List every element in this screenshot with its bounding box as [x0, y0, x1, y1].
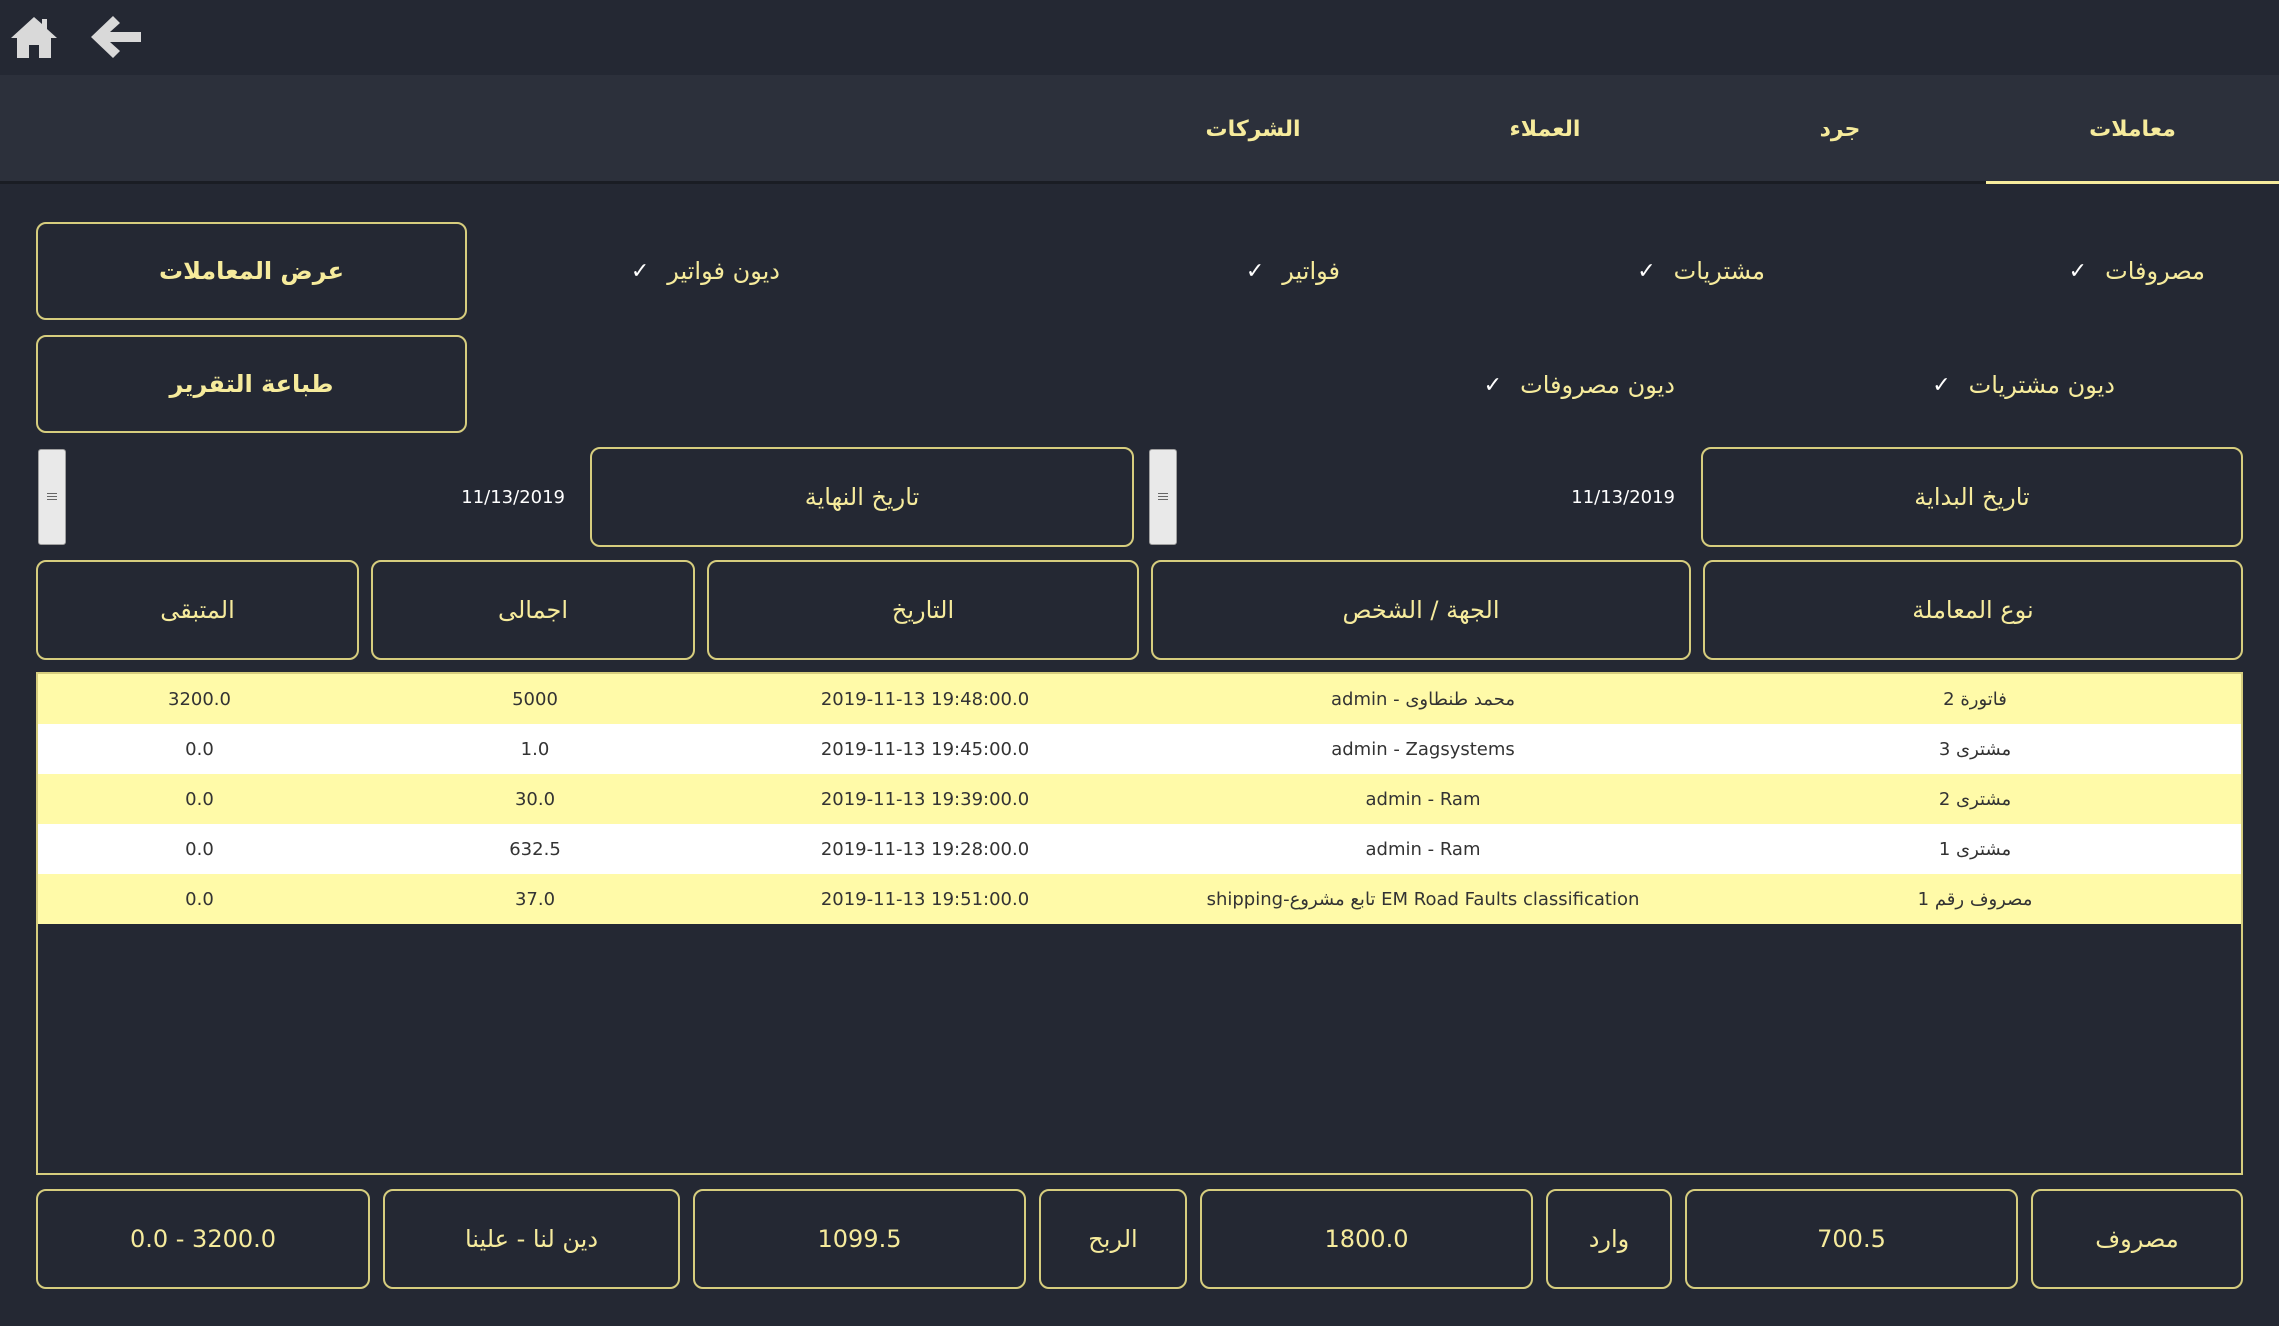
- tab-companies[interactable]: الشركات: [1153, 75, 1353, 184]
- cell-total: 30.0: [514, 788, 556, 810]
- table-row[interactable]: مشترى 2 admin - Ram 2019-11-13 19:39:00.…: [38, 774, 2241, 824]
- cell-remaining: 3200.0: [168, 688, 231, 710]
- filter-expenses-checkbox[interactable]: مصروفات ✓: [1945, 250, 2205, 292]
- filter-invoice-debts-checkbox[interactable]: ديون فواتير ✓: [520, 250, 780, 292]
- cell-total: 1.0: [520, 738, 550, 760]
- table-row[interactable]: مشترى 1 admin - Ram 2019-11-13 19:28:00.…: [38, 824, 2241, 874]
- cell-date: 2019-11-13 19:28:00.0: [820, 838, 1030, 860]
- debt-label: دين لنا - علينا: [383, 1189, 680, 1289]
- filter-invoices-checkbox[interactable]: فواتير ✓: [1080, 250, 1340, 292]
- check-icon: ✓: [1932, 372, 1951, 398]
- filter-invoices-label: فواتير: [1282, 257, 1340, 285]
- start-date-picker-handle[interactable]: [1149, 449, 1177, 545]
- filter-expense-debts-checkbox[interactable]: ديون مصروفات ✓: [1375, 364, 1675, 406]
- cell-total: 632.5: [509, 838, 561, 860]
- check-icon: ✓: [1245, 258, 1265, 284]
- check-icon: ✓: [630, 258, 650, 284]
- cell-type: مشترى 1: [1938, 838, 2012, 860]
- header-total[interactable]: اجمالى: [371, 560, 695, 660]
- cell-date: 2019-11-13 19:39:00.0: [820, 788, 1030, 810]
- start-date-label: تاريخ البداية: [1701, 447, 2243, 547]
- home-icon[interactable]: [8, 8, 60, 66]
- expense-value: 700.5: [1685, 1189, 2018, 1289]
- show-transactions-button[interactable]: عرض المعاملات: [36, 222, 467, 320]
- active-tab-indicator: [1986, 181, 2279, 184]
- filter-purchase-debts-label: ديون مشتريات: [1968, 371, 2115, 399]
- income-value: 1800.0: [1200, 1189, 1533, 1289]
- filter-expenses-label: مصروفات: [2105, 257, 2205, 285]
- income-label: وارد: [1546, 1189, 1672, 1289]
- cell-date: 2019-11-13 19:45:00.0: [820, 738, 1030, 760]
- cell-type: مصروف رقم 1: [1917, 888, 2033, 910]
- cell-remaining: 0.0: [185, 738, 214, 760]
- cell-remaining: 0.0: [185, 888, 214, 910]
- cell-party: shipping-تابع مشروع EM Road Faults class…: [1206, 888, 1640, 910]
- grip-icon: [47, 493, 57, 501]
- end-date-picker-handle[interactable]: [38, 449, 66, 545]
- table-row[interactable]: مصروف رقم 1 shipping-تابع مشروع EM Road …: [38, 874, 2241, 924]
- print-report-button[interactable]: طباعة التقرير: [36, 335, 467, 433]
- cell-type: مشترى 2: [1938, 788, 2012, 810]
- cell-remaining: 0.0: [185, 788, 214, 810]
- header-remaining[interactable]: المتبقى: [36, 560, 359, 660]
- cell-remaining: 0.0: [185, 838, 214, 860]
- start-date-input[interactable]: 11/13/2019: [1180, 447, 1675, 547]
- filter-invoice-debts-label: ديون فواتير: [667, 257, 780, 285]
- filter-purchases-label: مشتريات: [1673, 257, 1765, 285]
- filter-purchases-checkbox[interactable]: مشتريات ✓: [1505, 250, 1765, 292]
- back-arrow-icon[interactable]: [88, 8, 144, 66]
- cell-date: 2019-11-13 19:48:00.0: [820, 688, 1030, 710]
- cell-party: admin - محمد طنطاوى: [1331, 688, 1515, 710]
- tab-customers[interactable]: العملاء: [1445, 75, 1645, 184]
- grip-icon: [1158, 493, 1168, 501]
- cell-total: 5000: [512, 688, 558, 710]
- cell-party: admin - Ram: [1365, 788, 1481, 810]
- header-date[interactable]: التاريخ: [707, 560, 1139, 660]
- profit-value: 1099.5: [693, 1189, 1026, 1289]
- transactions-table[interactable]: فاتورة 2 admin - محمد طنطاوى 2019-11-13 …: [36, 672, 2243, 1175]
- end-date-label: تاريخ النهاية: [590, 447, 1134, 547]
- header-party[interactable]: الجهة / الشخص: [1151, 560, 1691, 660]
- tab-inventory[interactable]: جرد: [1740, 75, 1940, 184]
- table-row[interactable]: فاتورة 2 admin - محمد طنطاوى 2019-11-13 …: [38, 674, 2241, 724]
- cell-date: 2019-11-13 19:51:00.0: [820, 888, 1030, 910]
- header-transaction-type[interactable]: نوع المعاملة: [1703, 560, 2243, 660]
- check-icon: ✓: [1483, 372, 1503, 398]
- expense-label: مصروف: [2031, 1189, 2243, 1289]
- top-toolbar: [0, 0, 2279, 75]
- cell-party: admin - Ram: [1365, 838, 1481, 860]
- profit-label: الربح: [1039, 1189, 1187, 1289]
- tab-transactions[interactable]: معاملات: [1986, 75, 2279, 184]
- check-icon: ✓: [2068, 258, 2088, 284]
- cell-party: admin - Zagsystems: [1331, 738, 1515, 760]
- table-row[interactable]: مشترى 3 admin - Zagsystems 2019-11-13 19…: [38, 724, 2241, 774]
- filter-expense-debts-label: ديون مصروفات: [1520, 371, 1675, 399]
- end-date-input[interactable]: 11/13/2019: [70, 447, 565, 547]
- cell-type: فاتورة 2: [1943, 688, 2007, 710]
- debt-value: 0.0 - 3200.0: [36, 1189, 370, 1289]
- cell-total: 37.0: [514, 888, 556, 910]
- filter-purchase-debts-checkbox[interactable]: ديون مشتريات ✓: [1815, 364, 2115, 406]
- cell-type: مشترى 3: [1938, 738, 2012, 760]
- check-icon: ✓: [1637, 258, 1656, 284]
